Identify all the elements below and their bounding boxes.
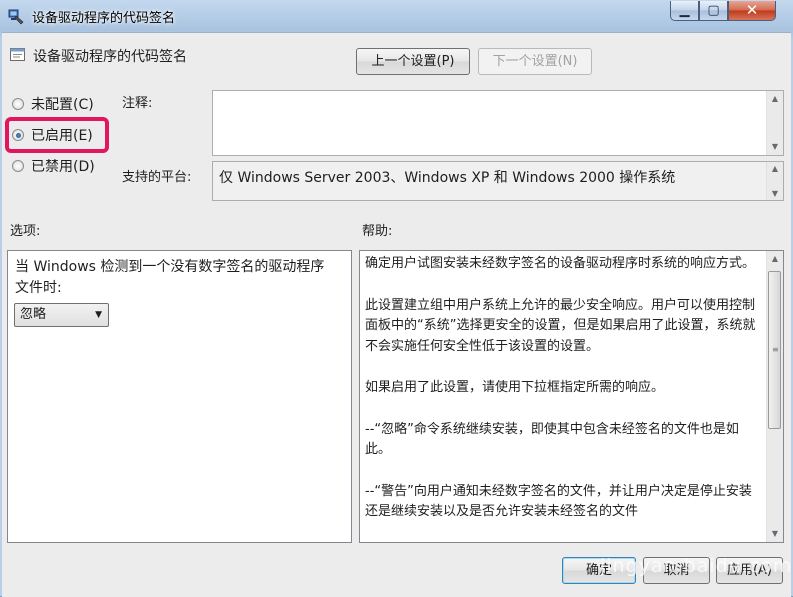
supported-platform-label: 支持的平台: (122, 170, 192, 185)
options-pane: 当 Windows 检测到一个没有数字签名的驱动程序文件时: 忽略 ▼ (7, 250, 352, 543)
help-scrollbar-thumb[interactable]: ≡ (768, 271, 781, 429)
comment-scrollbar[interactable]: ▲ ▼ (766, 91, 783, 155)
options-label: 选项: (10, 224, 41, 239)
grip-icon: ≡ (772, 345, 779, 354)
platform-scrollbar[interactable]: ▲ ▼ (766, 162, 783, 200)
maximize-button[interactable]: ▢ (699, 1, 728, 21)
help-text: 确定用户试图安装未经数字签名的设备驱动程序时系统的响应方式。 此设置建立组中用户… (365, 254, 757, 542)
title-bar[interactable]: 设备驱动程序的代码签名 ▁ ▢ ✕ (0, 0, 793, 32)
response-dropdown-value: 忽略 (20, 307, 47, 322)
radio-enabled-label: 已启用(E) (31, 128, 93, 144)
policy-app-icon (8, 9, 24, 25)
scroll-down-icon[interactable]: ▼ (767, 526, 783, 542)
options-description: 当 Windows 检测到一个没有数字签名的驱动程序文件时: (15, 259, 325, 296)
radio-disabled[interactable]: 已禁用(D) (12, 156, 95, 176)
comment-label: 注释: (122, 96, 153, 111)
supported-platform-field: 仅 Windows Server 2003、Windows XP 和 Windo… (212, 161, 784, 201)
next-setting-button[interactable]: 下一个设置(N) (478, 48, 592, 75)
scroll-up-icon[interactable]: ▲ (767, 251, 783, 267)
response-dropdown[interactable]: 忽略 ▼ (14, 303, 109, 327)
dialog-window: 设备驱动程序的代码签名 ▁ ▢ ✕ 设备驱动程序的代码签名 上一个设置(P) 下… (0, 0, 793, 597)
window-title: 设备驱动程序的代码签名 (32, 11, 176, 26)
radio-not-configured[interactable]: 未配置(C) (12, 94, 94, 114)
minimize-button[interactable]: ▁ (670, 1, 699, 21)
close-button[interactable]: ✕ (728, 1, 776, 21)
help-pane: 确定用户试图安装未经数字签名的设备驱动程序时系统的响应方式。 此设置建立组中用户… (359, 250, 784, 543)
supported-platform-value: 仅 Windows Server 2003、Windows XP 和 Windo… (219, 170, 676, 186)
policy-name-heading: 设备驱动程序的代码签名 (33, 49, 187, 65)
radio-not-configured-circle[interactable] (12, 98, 24, 110)
radio-disabled-circle[interactable] (12, 160, 24, 172)
scroll-down-icon[interactable]: ▼ (767, 139, 783, 155)
help-paragraph: 如果启用了此设置，请使用下拉框指定所需的响应。 (365, 380, 665, 395)
minimize-icon: ▁ (679, 3, 690, 18)
scroll-down-icon[interactable]: ▼ (767, 187, 783, 200)
scroll-up-icon[interactable]: ▲ (767, 91, 783, 107)
help-scrollbar[interactable]: ▲ ≡ ▼ (766, 251, 783, 542)
radio-enabled[interactable]: 已启用(E) (12, 125, 93, 145)
help-paragraph: --“忽略”命令系统继续安装，即使其中包含未经签名的文件也是如此。 (365, 421, 739, 458)
comment-field[interactable]: ▲ ▼ (212, 90, 784, 156)
scroll-up-icon[interactable]: ▲ (767, 162, 783, 175)
help-label: 帮助: (362, 224, 393, 239)
help-paragraph: --“警告”向用户通知未经数字签名的文件，并让用户决定是停止安装还是继续安装以及… (365, 483, 752, 520)
help-paragraph: 此设置建立组中用户系统上允许的最少安全响应。用户可以使用控制面板中的“系统”选择… (365, 297, 756, 354)
help-paragraph: 确定用户试图安装未经数字签名的设备驱动程序时系统的响应方式。 (365, 256, 756, 271)
previous-setting-button[interactable]: 上一个设置(P) (356, 48, 470, 75)
close-icon: ✕ (745, 1, 759, 19)
policy-setting-icon (10, 48, 25, 61)
watermark-text: jingyan.baidu.com (600, 555, 793, 577)
maximize-icon: ▢ (707, 3, 720, 18)
radio-not-configured-label: 未配置(C) (31, 97, 94, 113)
radio-enabled-circle[interactable] (12, 129, 24, 141)
chevron-down-icon: ▼ (95, 310, 102, 320)
radio-disabled-label: 已禁用(D) (31, 159, 95, 175)
